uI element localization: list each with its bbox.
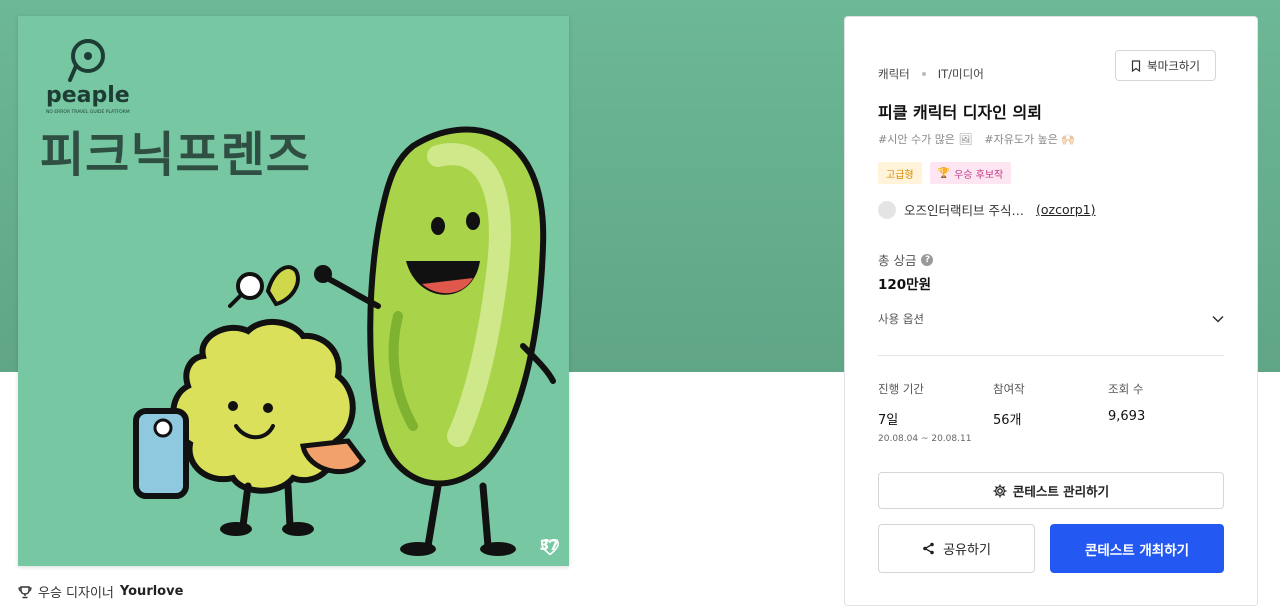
trophy-icon [18,585,32,598]
contest-tags: #시안 수가 많은 🖼 #자유도가 높은 🙌🏻 [878,131,1075,147]
artwork-headline: 피크닉프렌즈 [40,127,311,183]
host-handle[interactable]: (ozcorp1) [1036,202,1096,217]
winner-label: 우승 디자이너 [38,586,114,601]
usage-options-label: 사용 옵션 [878,312,924,326]
stat-views-label: 조회 수 [1108,382,1144,396]
host-contest-button[interactable]: 콘테스트 개최하기 [1050,524,1224,573]
bookmark-button[interactable]: 북마크하기 [1115,50,1216,81]
bookmark-label: 북마크하기 [1147,58,1200,73]
contest-stats: 진행 기간 7일 20.08.04 ~ 20.08.11 참여작 56개 조회 … [878,381,1224,444]
stat-period: 진행 기간 7일 20.08.04 ~ 20.08.11 [878,381,993,444]
prize-label: 총 상금 ? [878,250,934,269]
category-breadcrumb: 캐릭터 IT/미디어 [878,66,984,82]
artwork-illustration: peaple NO ERROR TRAVEL GUIDE PLATFORM 피크… [40,39,556,556]
prize-label-text: 총 상금 [878,253,917,268]
contest-artwork[interactable]: peaple NO ERROR TRAVEL GUIDE PLATFORM 피크… [18,16,569,566]
stat-entries: 참여작 56개 [993,381,1108,444]
contest-title: 피클 캐릭터 디자인 의뢰 [878,103,1042,122]
share-button[interactable]: 공유하기 [878,524,1035,573]
stat-period-label: 진행 기간 [878,382,924,396]
stat-entries-value: 56개 [993,413,1022,428]
contest-info-panel: 캐릭터 IT/미디어 북마크하기 피클 캐릭터 디자인 의뢰 #시안 수가 많은… [844,16,1258,606]
premium-badge: 고급형 [878,162,922,184]
winner-line: 우승 디자이너 Yourlove [18,582,183,601]
bookmark-icon [1131,59,1141,72]
stat-entries-label: 참여작 [993,382,1025,396]
manage-contest-label: 콘테스트 관리하기 [1012,484,1110,499]
fluffy-character [133,265,367,536]
manage-contest-button[interactable]: 콘테스트 관리하기 [878,472,1224,509]
category-link[interactable]: 캐릭터 [878,66,910,82]
tag-item[interactable]: #자유도가 높은 🙌🏻 [984,131,1075,147]
peaple-logo: peaple NO ERROR TRAVEL GUIDE PLATFORM [46,39,130,115]
likes-counter[interactable]: 37 [540,538,559,556]
gear-icon [993,483,1007,498]
usage-options-toggle[interactable]: 사용 옵션 [878,311,1224,327]
brand-name: peaple [46,83,130,108]
host-avatar [878,200,896,219]
stat-views-value: 9,693 [1108,409,1146,424]
host-name: 오즈인터랙티브 주식… [904,203,1024,218]
tag-item[interactable]: #시안 수가 많은 🖼 [878,131,972,147]
candidate-badge: 🏆 우승 후보작 [929,162,1012,184]
subcategory-link[interactable]: IT/미디어 [938,66,984,82]
stat-views: 조회 수 9,693 [1108,381,1223,444]
share-label: 공유하기 [943,543,991,558]
prize-value: 120만원 [878,277,932,293]
stat-period-value: 7일 [878,413,899,428]
winner-name[interactable]: Yourlove [120,584,184,599]
heart-icon [540,538,559,556]
candidate-badge-label: 우승 후보작 [954,169,1004,181]
divider [878,355,1224,356]
trophy-emoji-icon: 🏆 [937,167,951,179]
stat-period-dates: 20.08.04 ~ 20.08.11 [878,434,972,444]
help-icon[interactable]: ? [921,253,934,266]
contest-badges: 고급형 🏆 우승 후보작 [878,162,1012,184]
chevron-down-icon [1212,315,1224,323]
share-icon [923,542,934,555]
breadcrumb-separator [921,72,926,76]
brand-tagline: NO ERROR TRAVEL GUIDE PLATFORM [46,109,130,115]
pickle-character [314,126,556,556]
host-info[interactable]: 오즈인터랙티브 주식… (ozcorp1) [878,200,1096,219]
